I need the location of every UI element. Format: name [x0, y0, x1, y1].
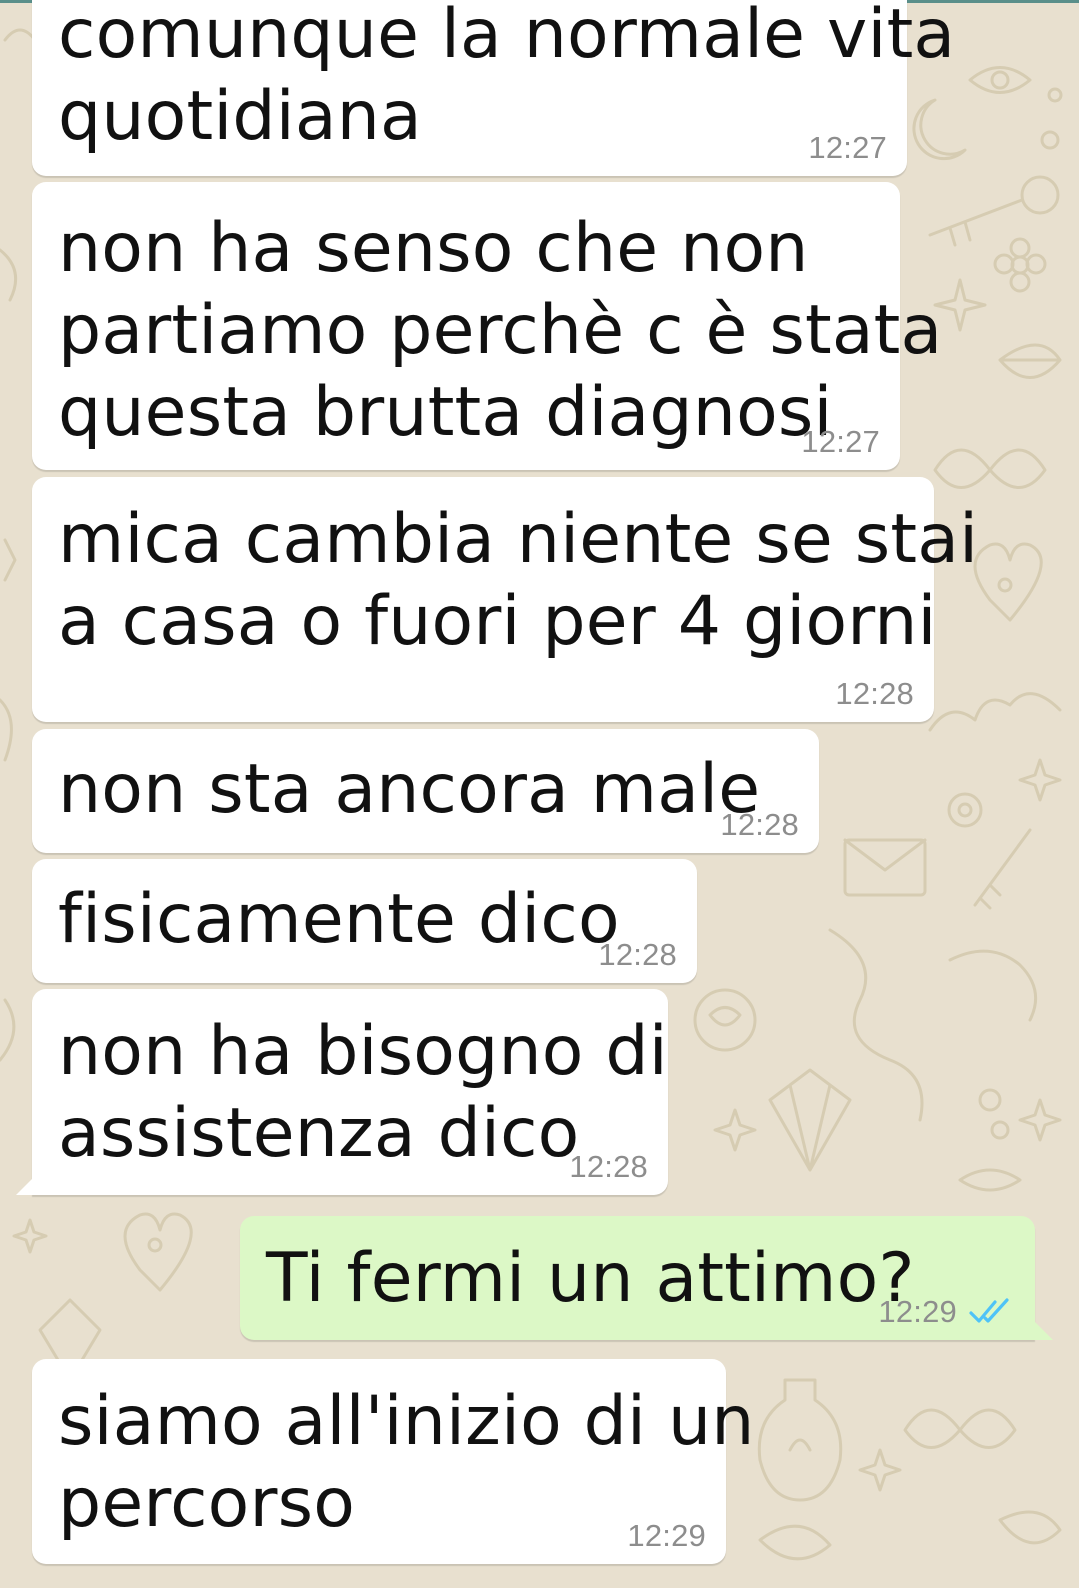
- incoming-message[interactable]: comunque la normale vita quotidiana 12:2…: [32, 0, 956, 176]
- message-timestamp: 12:29: [878, 1294, 957, 1329]
- incoming-message[interactable]: siamo all'inizio di un percorso 12:29: [32, 1359, 755, 1564]
- message-text-line: percorso: [58, 1464, 356, 1543]
- message-text-line: comunque la normale vita: [58, 0, 956, 74]
- message-text-line: questa brutta diagnosi: [58, 373, 833, 452]
- message-text-line: partiamo perchè c è stata: [58, 291, 943, 370]
- message-text-line: quotidiana: [58, 77, 422, 156]
- message-text-line: non sta ancora male: [58, 750, 761, 829]
- message-text-line: a casa o fuori per 4 giorni: [58, 582, 937, 661]
- incoming-message[interactable]: fisicamente dico 12:28: [32, 859, 697, 983]
- message-timestamp: 12:29: [627, 1518, 706, 1553]
- message-timestamp: 12:28: [835, 676, 914, 711]
- message-text-line: non ha bisogno di: [58, 1012, 668, 1091]
- outgoing-message[interactable]: Ti fermi un attimo? 12:29: [240, 1216, 1035, 1340]
- incoming-message[interactable]: mica cambia niente se stai a casa o fuor…: [32, 477, 979, 722]
- message-timestamp: 12:28: [598, 937, 677, 972]
- message-timestamp: 12:28: [569, 1149, 648, 1184]
- outgoing-bubble-tail: [1035, 1322, 1053, 1340]
- incoming-message[interactable]: non ha bisogno di assistenza dico 12:28: [32, 989, 668, 1195]
- message-timestamp: 12:28: [720, 807, 799, 842]
- message-text-line: non ha senso che non: [58, 209, 809, 288]
- message-list[interactable]: comunque la normale vita quotidiana 12:2…: [0, 0, 1079, 1588]
- incoming-message[interactable]: non ha senso che non partiamo perchè c è…: [32, 182, 943, 470]
- incoming-message[interactable]: non sta ancora male 12:28: [32, 729, 819, 853]
- message-timestamp: 12:27: [808, 130, 887, 165]
- message-text-line: mica cambia niente se stai: [58, 500, 979, 579]
- message-text-line: assistenza dico: [58, 1094, 580, 1173]
- message-timestamp: 12:27: [801, 424, 880, 459]
- incoming-bubble-tail: [16, 1177, 34, 1195]
- message-text-line: siamo all'inizio di un: [58, 1382, 755, 1461]
- double-check-icon: [969, 1298, 1009, 1323]
- message-text-line: fisicamente dico: [58, 880, 620, 959]
